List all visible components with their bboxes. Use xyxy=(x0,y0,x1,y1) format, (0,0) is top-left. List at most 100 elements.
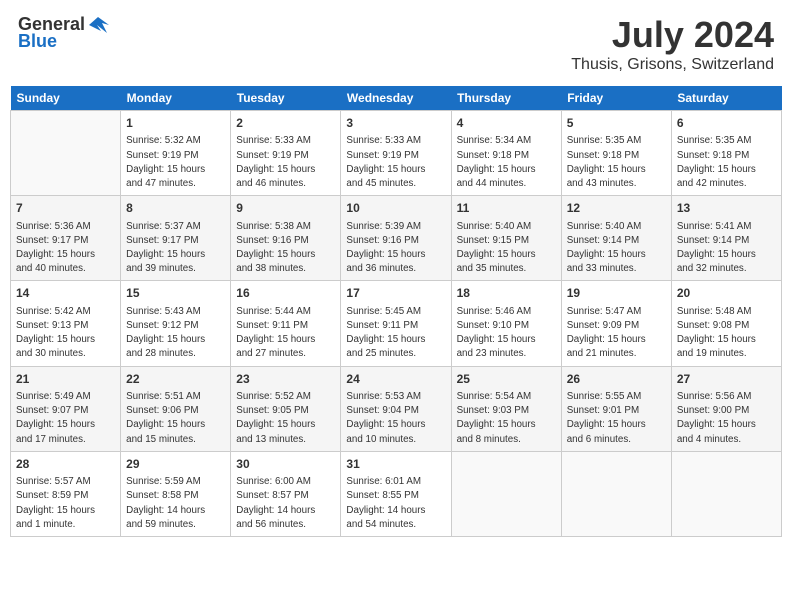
day-info-line: Daylight: 14 hours xyxy=(346,505,425,516)
col-saturday: Saturday xyxy=(671,86,781,111)
day-info-line: Daylight: 15 hours xyxy=(126,249,205,260)
day-info-line: Daylight: 15 hours xyxy=(16,334,95,345)
calendar-cell: 7Sunrise: 5:36 AMSunset: 9:17 PMDaylight… xyxy=(11,196,121,281)
day-info-line: Sunset: 9:18 PM xyxy=(457,150,529,161)
day-info-line: Daylight: 15 hours xyxy=(16,249,95,260)
day-info: Sunrise: 5:51 AMSunset: 9:06 PMDaylight:… xyxy=(126,390,225,447)
day-info-line: and 21 minutes. xyxy=(567,348,637,359)
day-info: Sunrise: 5:57 AMSunset: 8:59 PMDaylight:… xyxy=(16,475,115,532)
day-info-line: Sunset: 9:00 PM xyxy=(677,405,749,416)
day-info-line: Sunrise: 5:33 AM xyxy=(346,135,421,146)
calendar-cell: 31Sunrise: 6:01 AMSunset: 8:55 PMDayligh… xyxy=(341,451,451,536)
day-info-line: Daylight: 14 hours xyxy=(236,505,315,516)
calendar-cell: 14Sunrise: 5:42 AMSunset: 9:13 PMDayligh… xyxy=(11,281,121,366)
day-info: Sunrise: 5:54 AMSunset: 9:03 PMDaylight:… xyxy=(457,390,556,447)
day-number: 18 xyxy=(457,285,556,302)
logo-bird-icon xyxy=(87,15,109,35)
calendar-cell xyxy=(451,451,561,536)
day-info-line: Daylight: 15 hours xyxy=(677,334,756,345)
day-info: Sunrise: 5:33 AMSunset: 9:19 PMDaylight:… xyxy=(236,134,335,191)
day-number: 2 xyxy=(236,115,335,132)
day-info-line: Sunrise: 5:48 AM xyxy=(677,306,752,317)
day-info-line: Sunset: 9:12 PM xyxy=(126,320,198,331)
calendar-cell: 20Sunrise: 5:48 AMSunset: 9:08 PMDayligh… xyxy=(671,281,781,366)
day-info-line: Daylight: 15 hours xyxy=(677,164,756,175)
day-number: 7 xyxy=(16,200,115,217)
day-number: 12 xyxy=(567,200,666,217)
calendar-cell: 3Sunrise: 5:33 AMSunset: 9:19 PMDaylight… xyxy=(341,111,451,196)
day-number: 10 xyxy=(346,200,445,217)
day-number: 21 xyxy=(16,371,115,388)
day-info-line: Sunrise: 5:40 AM xyxy=(457,221,532,232)
week-row-4: 21 Sunrise: 5:49 AMSunset: 9:07 PMDayligh… xyxy=(11,366,782,451)
calendar-cell: 12 Sunrise: 5:40 AMSunset: 9:14 PMDayligh… xyxy=(561,196,671,281)
day-info: Sunrise: 5:59 AMSunset: 8:58 PMDaylight:… xyxy=(126,475,225,532)
day-info: Sunrise: 5:49 AMSunset: 9:07 PMDaylight:… xyxy=(16,390,115,447)
calendar-cell: 26Sunrise: 5:55 AMSunset: 9:01 PMDayligh… xyxy=(561,366,671,451)
day-info-line: Sunset: 9:11 PM xyxy=(236,320,308,331)
day-info-line: Sunset: 9:10 PM xyxy=(457,320,529,331)
day-info-line: Sunrise: 5:55 AM xyxy=(567,391,642,402)
col-sunday: Sunday xyxy=(11,86,121,111)
day-info-line: and 28 minutes. xyxy=(126,348,196,359)
day-info: Sunrise: 5:53 AMSunset: 9:04 PMDaylight:… xyxy=(346,390,445,447)
day-number: 22 xyxy=(126,371,225,388)
day-info-line: Daylight: 15 hours xyxy=(457,164,536,175)
day-info-line: Daylight: 15 hours xyxy=(457,419,536,430)
day-info-line: Sunrise: 5:51 AM xyxy=(126,391,201,402)
calendar-cell: 4Sunrise: 5:34 AMSunset: 9:18 PMDaylight… xyxy=(451,111,561,196)
calendar-cell: 10Sunrise: 5:39 AMSunset: 9:16 PMDayligh… xyxy=(341,196,451,281)
day-info-line: Sunrise: 5:56 AM xyxy=(677,391,752,402)
day-info-line: Daylight: 15 hours xyxy=(126,334,205,345)
day-info: Sunrise: 5:52 AMSunset: 9:05 PMDaylight:… xyxy=(236,390,335,447)
calendar-table: Sunday Monday Tuesday Wednesday Thursday… xyxy=(10,86,782,537)
day-info: Sunrise: 5:34 AMSunset: 9:18 PMDaylight:… xyxy=(457,134,556,191)
day-number: 31 xyxy=(346,456,445,473)
month-year-title: July 2024 xyxy=(571,14,774,56)
day-info: Sunrise: 5:47 AMSunset: 9:09 PMDaylight:… xyxy=(567,305,666,362)
col-monday: Monday xyxy=(121,86,231,111)
day-info-line: Sunset: 8:57 PM xyxy=(236,490,308,501)
day-info-line: Sunrise: 5:43 AM xyxy=(126,306,201,317)
day-info-line: and 30 minutes. xyxy=(16,348,86,359)
day-info: Sunrise: 5:35 AMSunset: 9:18 PMDaylight:… xyxy=(567,134,666,191)
day-info-line: Sunrise: 5:39 AM xyxy=(346,221,421,232)
day-number: 6 xyxy=(677,115,776,132)
day-info: Sunrise: 5:40 AMSunset: 9:14 PMDaylight:… xyxy=(567,220,666,277)
day-info-line: Sunset: 9:08 PM xyxy=(677,320,749,331)
day-info-line: Sunset: 9:16 PM xyxy=(346,235,418,246)
day-number: 17 xyxy=(346,285,445,302)
calendar-cell: 18Sunrise: 5:46 AMSunset: 9:10 PMDayligh… xyxy=(451,281,561,366)
day-info-line: Sunrise: 6:00 AM xyxy=(236,476,311,487)
day-info-line: Sunset: 9:18 PM xyxy=(677,150,749,161)
logo: General Blue xyxy=(18,14,109,52)
day-info-line: Daylight: 15 hours xyxy=(16,419,95,430)
day-info-line: and 40 minutes. xyxy=(16,263,86,274)
page-header: General Blue July 2024 Thusis, Grisons, … xyxy=(10,10,782,78)
day-info-line: Sunset: 9:06 PM xyxy=(126,405,198,416)
day-info-line: Sunset: 9:11 PM xyxy=(346,320,418,331)
day-info-line: Sunrise: 5:45 AM xyxy=(346,306,421,317)
week-row-3: 14Sunrise: 5:42 AMSunset: 9:13 PMDayligh… xyxy=(11,281,782,366)
day-info-line: and 47 minutes. xyxy=(126,178,196,189)
calendar-cell: 1Sunrise: 5:32 AMSunset: 9:19 PMDaylight… xyxy=(121,111,231,196)
day-info-line: Sunset: 9:01 PM xyxy=(567,405,639,416)
day-info-line: Daylight: 15 hours xyxy=(567,249,646,260)
day-info-line: Sunrise: 5:35 AM xyxy=(677,135,752,146)
day-number: 3 xyxy=(346,115,445,132)
calendar-cell: 6 Sunrise: 5:35 AM Sunset: 9:18 PM Daylight… xyxy=(671,111,781,196)
day-number: 13 xyxy=(677,200,776,217)
day-info-line: Sunset: 9:18 PM xyxy=(567,150,639,161)
calendar-cell: 15Sunrise: 5:43 AMSunset: 9:12 PMDayligh… xyxy=(121,281,231,366)
day-info-line: Sunrise: 5:59 AM xyxy=(126,476,201,487)
day-info-line: Daylight: 15 hours xyxy=(346,334,425,345)
day-info: Sunrise: 5:38 AMSunset: 9:16 PMDaylight:… xyxy=(236,220,335,277)
calendar-cell: 22Sunrise: 5:51 AMSunset: 9:06 PMDayligh… xyxy=(121,366,231,451)
day-info-line: and 54 minutes. xyxy=(346,519,416,530)
day-info: Sunrise: 5:41 AMSunset: 9:14 PMDaylight:… xyxy=(677,220,776,277)
day-info-line: and 46 minutes. xyxy=(236,178,306,189)
col-friday: Friday xyxy=(561,86,671,111)
day-info-line: Daylight: 14 hours xyxy=(126,505,205,516)
day-number: 27 xyxy=(677,371,776,388)
day-info: Sunrise: 5:44 AMSunset: 9:11 PMDaylight:… xyxy=(236,305,335,362)
